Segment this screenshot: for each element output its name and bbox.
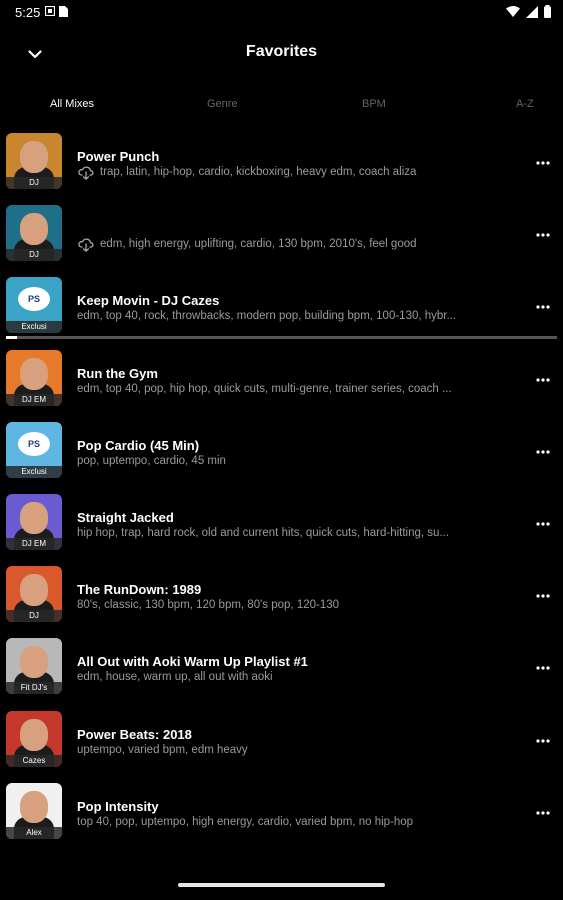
playback-progress[interactable] [6,336,557,340]
more-horiz-icon [536,594,550,598]
mix-tags: pop, uptempo, cardio, 45 min [77,454,226,467]
mix-thumbnail[interactable]: PS Exclusi [6,421,62,478]
mix-thumbnail[interactable]: Fit DJ's [6,638,62,695]
mix-title: The RunDown: 1989 [77,582,202,598]
mix-title: Power Punch [77,149,160,164]
signal-icon [526,5,538,18]
list-item[interactable]: DJ EM Run the Gym edm, top 40, pop, hip ho… [0,347,563,419]
mix-title: Straight Jacked [77,509,174,525]
more-options-button[interactable] [530,583,556,609]
mix-thumbnail[interactable]: DJ [6,566,62,623]
more-horiz-icon [536,377,550,382]
mix-thumbnail[interactable]: DJ [6,205,62,262]
dj-photo-face [20,501,48,534]
thumbnail-badge: Exclusi [6,465,62,478]
mix-tags: edm, house, warm up, all out with aoki [77,671,273,684]
list-item[interactable]: DJ Power Punch trap, latin, hip-hop, cardi… [0,130,563,202]
more-options-button[interactable] [530,511,556,537]
brand-logo: PS [18,287,50,312]
cloud-download-icon [78,166,94,180]
brand-logo: PS [18,431,50,456]
thumbnail-badge: Fit DJ's [6,682,62,695]
list-item[interactable]: Cazes Power Beats: 2018 uptempo, varied bp… [0,708,563,780]
home-indicator[interactable] [178,883,385,887]
mix-tags: 80's, classic, 130 bpm, 120 bpm, 80's po… [77,599,340,612]
more-horiz-icon [536,450,550,454]
more-horiz-icon [536,233,550,237]
mix-thumbnail[interactable]: DJ EM [6,349,62,406]
list-item[interactable]: DJ EM Straight Jacked hip hop, trap, hard … [0,491,563,563]
more-options-button[interactable] [530,294,556,320]
list-item[interactable]: PS Exclusi Keep Movin - DJ Cazes edm, top 4… [0,274,563,346]
mix-tags: edm, top 40, pop, hip hop, quick cuts, m… [77,382,452,395]
thumbnail-badge: DJ [6,249,62,262]
mix-title: All Out with Aoki Warm Up Playlist #1 [77,654,308,670]
mix-tags: top 40, pop, uptempo, high energy, cardi… [77,815,414,828]
more-horiz-icon [536,305,550,309]
thumbnail-badge: Alex [6,826,62,839]
wifi-icon [506,6,520,17]
more-options-button[interactable] [530,367,556,393]
mix-list: DJ Power Punch trap, latin, hip-hop, cardi… [0,130,563,852]
more-horiz-icon [536,522,550,526]
page-title: Favorites [245,43,318,60]
mix-tags: edm, top 40, rock, throwbacks, modern po… [77,310,457,323]
mix-thumbnail[interactable]: Cazes [6,710,62,767]
thumbnail-badge: Exclusi [6,321,62,334]
progress-fill [6,336,18,340]
mix-title: Pop Cardio (45 Min) [77,437,200,453]
battery-icon [544,5,551,18]
mix-thumbnail[interactable]: DJ EM [6,493,62,550]
thumbnail-badge: DJ EM [6,537,62,550]
more-options-button[interactable] [530,150,556,176]
sim-icon [59,6,68,17]
dj-photo-face [20,790,48,823]
thumbnail-badge: DJ EM [6,393,62,406]
thumbnail-badge: Cazes [6,754,62,767]
dj-photo-face [20,574,48,607]
mix-tags: hip hop, trap, hard rock, old and curren… [77,526,450,539]
more-horiz-icon [536,811,550,815]
status-time: 5:25 [15,5,41,20]
dj-photo-face [20,718,48,751]
dj-photo-face [20,357,48,390]
thumbnail-badge: DJ [6,610,62,623]
tab-bpm[interactable]: BPM [362,98,386,110]
mix-title: Run the Gym [77,365,158,381]
dj-photo-face [20,141,48,173]
more-options-button[interactable] [530,222,556,248]
more-options-button[interactable] [530,728,556,754]
tab-a-z[interactable]: A-Z [516,98,534,110]
mix-tags: uptempo, varied bpm, edm heavy [77,743,248,756]
dj-photo-face [20,646,48,679]
notification-icon [45,6,55,16]
tab-genre[interactable]: Genre [207,98,238,110]
list-item[interactable]: DJ The RunDown: 1989 80's, classic, 130 bp… [0,563,563,635]
list-item[interactable]: Alex Pop Intensity top 40, pop, uptempo, h… [0,780,563,852]
more-options-button[interactable] [530,800,556,826]
list-item[interactable]: PS Exclusi Pop Cardio (45 Min) pop, uptempo… [0,419,563,491]
more-options-button[interactable] [530,439,556,465]
list-item[interactable]: DJ edm, high energy, uplifting, cardio, 1… [0,202,563,274]
cloud-download-icon [78,238,94,253]
mix-thumbnail[interactable]: PS Exclusi [6,277,62,334]
more-horiz-icon [536,738,550,743]
more-options-button[interactable] [530,655,556,681]
mix-tags: edm, high energy, uplifting, cardio, 130… [100,238,417,251]
dj-photo-face [20,213,48,246]
tab-all-mixes[interactable]: All Mixes [50,98,94,110]
more-horiz-icon [536,161,550,165]
mix-title: Power Beats: 2018 [77,726,192,742]
tab-bar: All Mixes Genre BPM A-Z [0,90,563,120]
header: Favorites [0,26,563,80]
mix-thumbnail[interactable]: DJ [6,133,62,189]
list-item[interactable]: Fit DJ's All Out with Aoki Warm Up Playli… [0,635,563,707]
thumbnail-badge: DJ [6,177,62,189]
mix-title: Pop Intensity [77,798,159,814]
mix-tags: trap, latin, hip-hop, cardio, kickboxing… [100,166,417,178]
status-bar: 5:25 [0,0,563,26]
mix-title: Keep Movin - DJ Cazes [77,293,220,309]
mix-thumbnail[interactable]: Alex [6,782,62,839]
more-horiz-icon [536,666,550,670]
